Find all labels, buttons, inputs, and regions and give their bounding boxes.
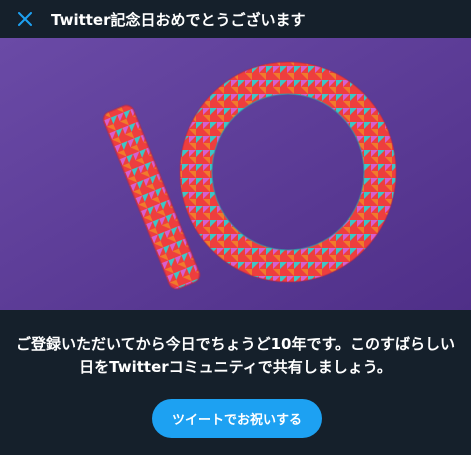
close-icon [18,12,32,26]
tweet-celebration-button[interactable]: ツイートでお祝いする [152,399,322,438]
anniversary-modal: Twitter記念日おめでとうございます ご登録いただいてから今日でちょうど10… [0,0,471,455]
modal-header: Twitter記念日おめでとうございます [0,0,471,38]
message-line-1: ご登録いただいてから今日でちょうど10年です。このすばらしい [16,335,455,353]
anniversary-message: ご登録いただいてから今日でちょうど10年です。このすばらしい 日をTwitter… [0,333,471,379]
message-line-2: 日をTwitterコミュニティで共有しましょう。 [79,358,392,376]
anniversary-hero-image [0,38,471,310]
close-button[interactable] [13,7,37,31]
modal-title: Twitter記念日おめでとうございます [51,10,306,29]
folded-paper-ten-illustration [0,38,471,310]
